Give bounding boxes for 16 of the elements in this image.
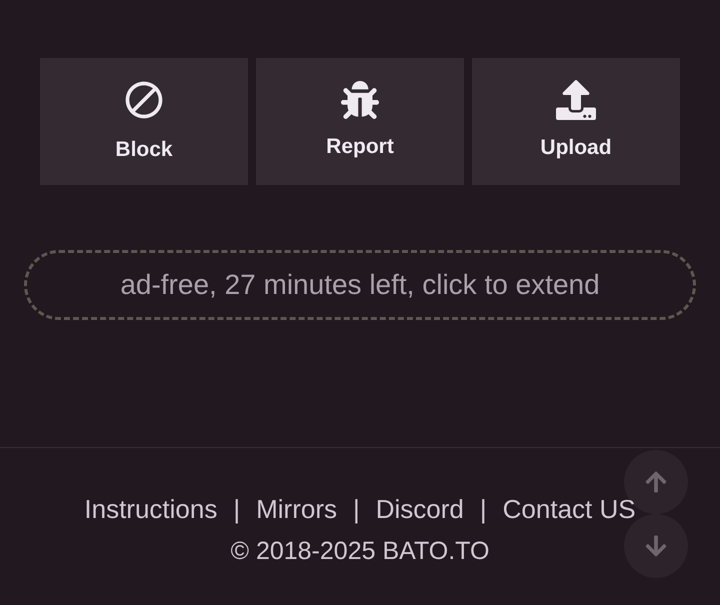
action-button[interactable]: Report: [256, 58, 464, 185]
footer-link[interactable]: Mirrors: [256, 490, 337, 529]
footer-link[interactable]: Discord: [376, 490, 464, 529]
upload-icon: [556, 80, 596, 120]
arrow-down-icon: [644, 534, 668, 558]
action-button[interactable]: Upload: [472, 58, 680, 185]
arrow-up-icon: [644, 470, 668, 494]
action-button[interactable]: Block: [40, 58, 248, 185]
ad-free-button[interactable]: ad-free, 27 minutes left, click to extend: [24, 250, 696, 320]
footer-link[interactable]: Instructions: [84, 490, 218, 529]
copyright-text: © 2018-2025 BATO.TO: [230, 536, 490, 567]
link-separator: |: [352, 493, 360, 526]
bug-icon: [341, 80, 379, 119]
link-separator: |: [480, 493, 487, 526]
footer-link[interactable]: Contact US: [502, 490, 636, 529]
link-separator: |: [233, 493, 240, 526]
